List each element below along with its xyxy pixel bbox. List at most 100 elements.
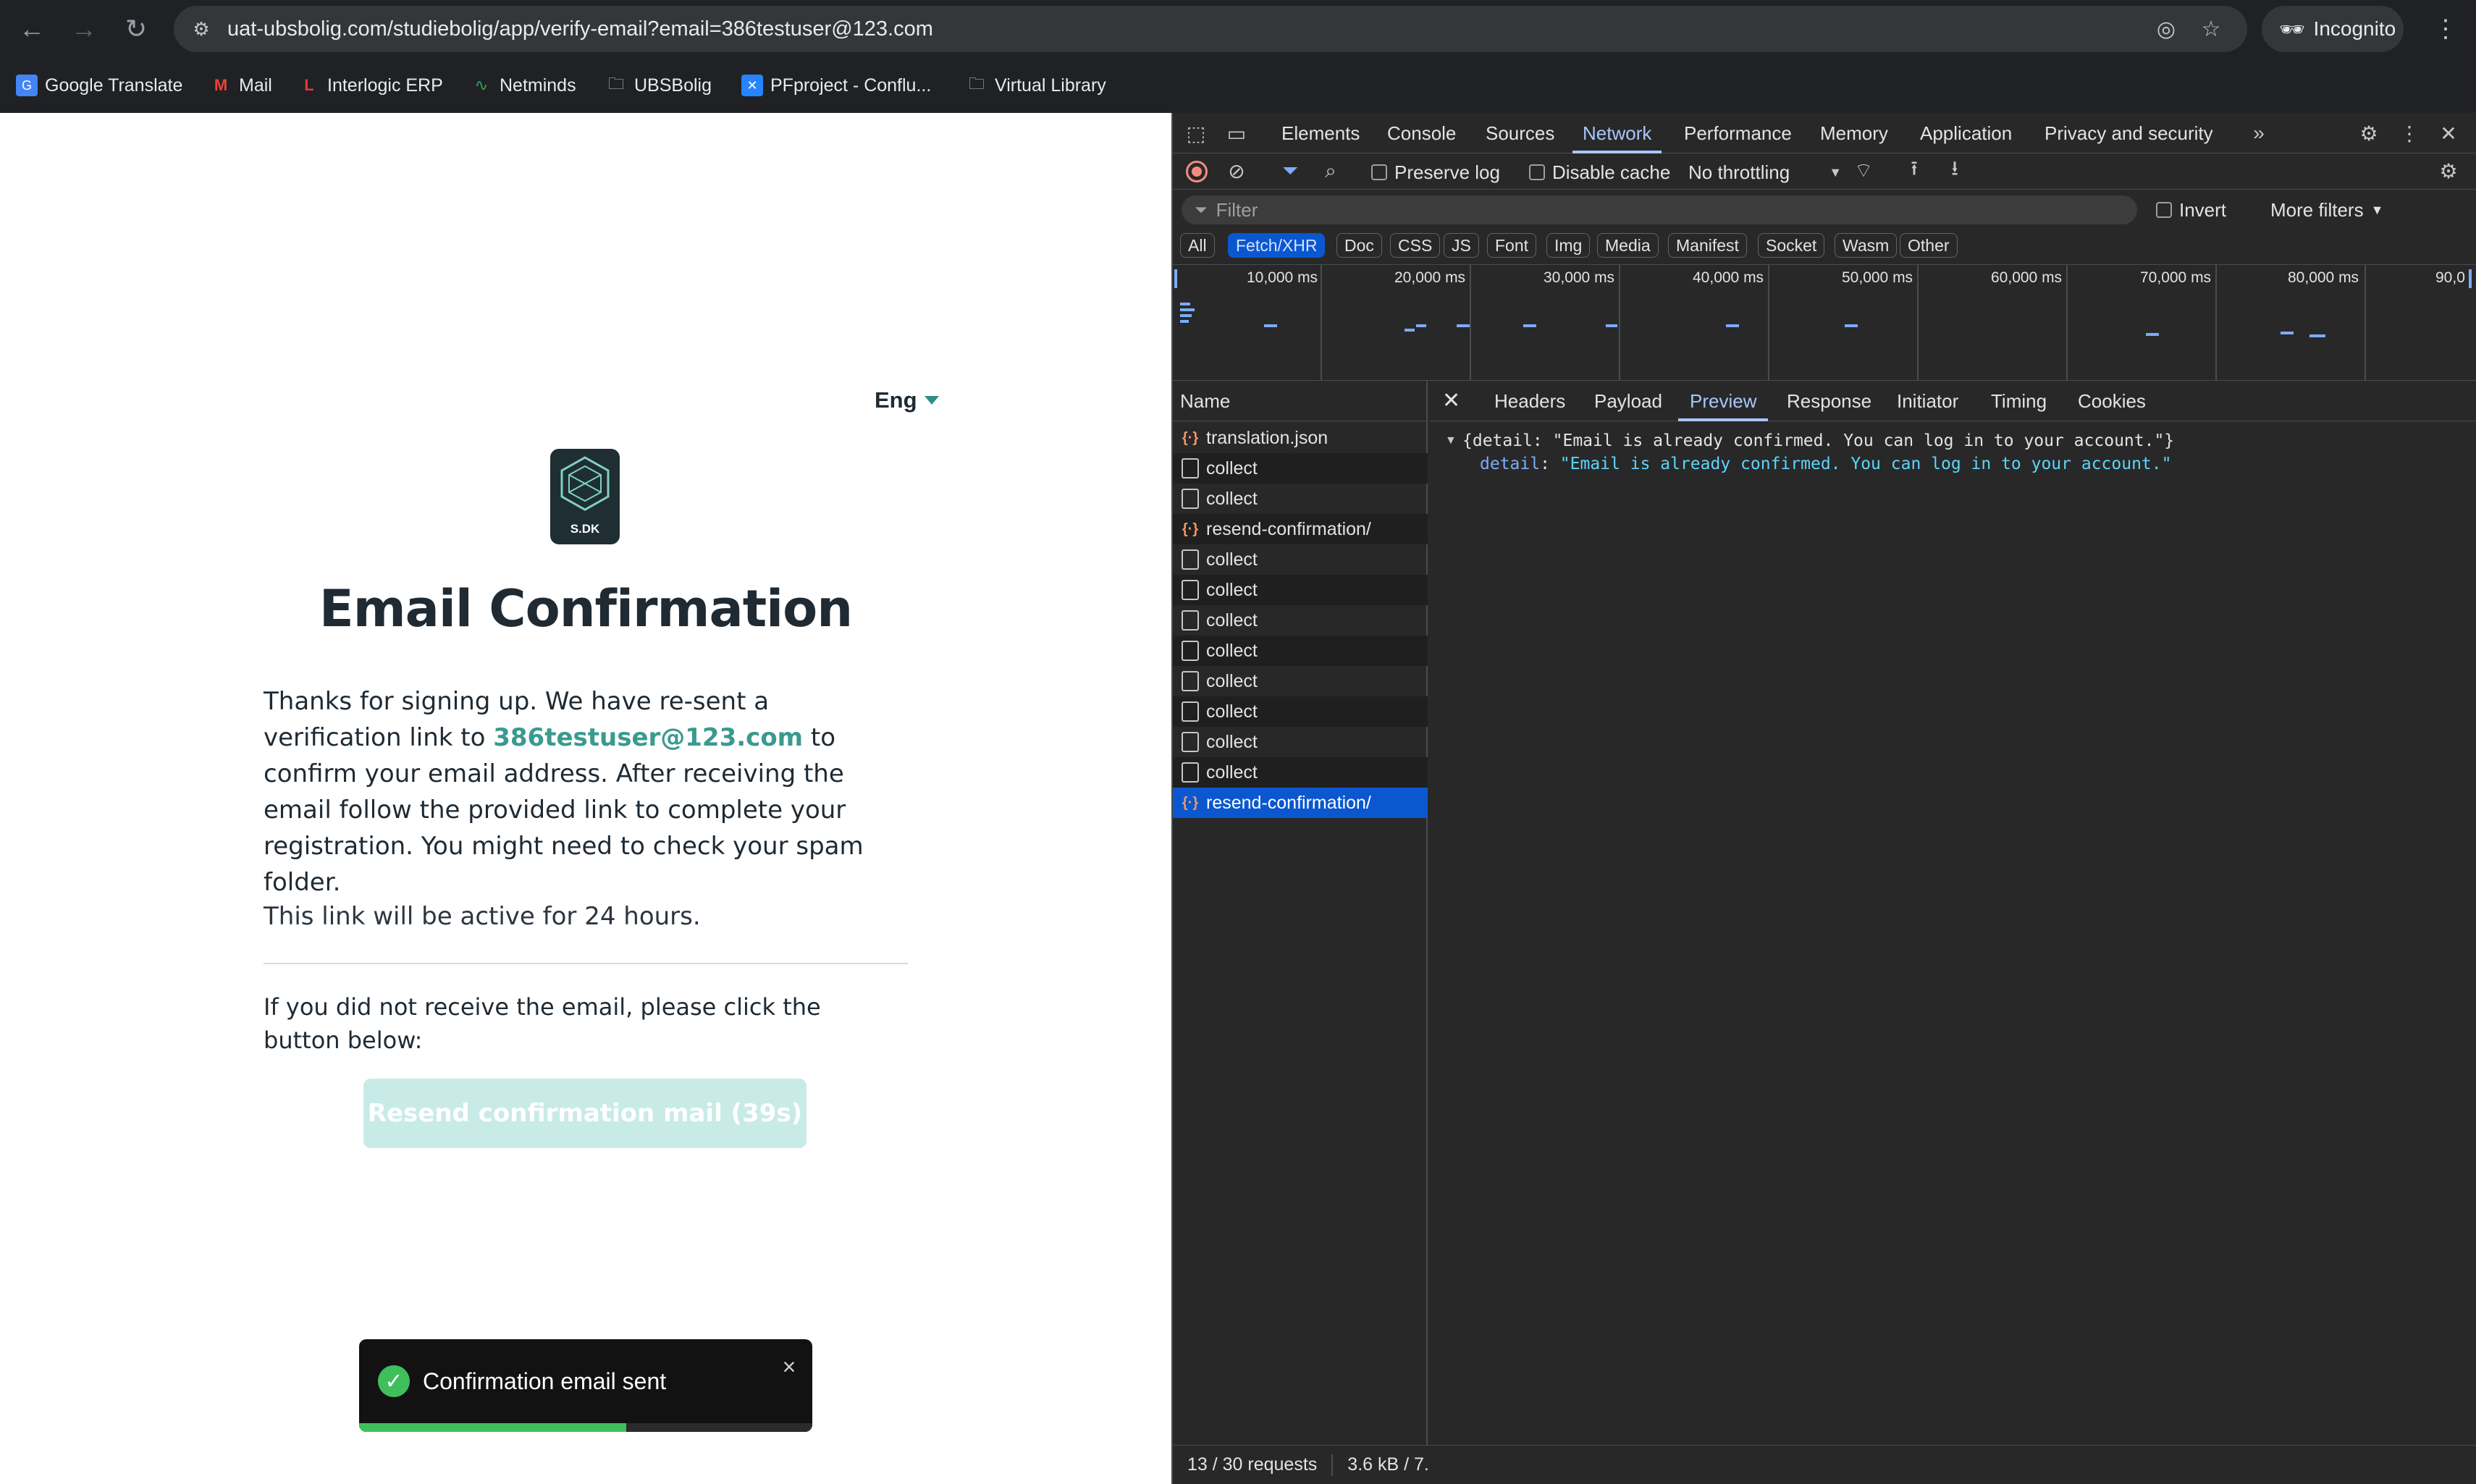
device-toolbar-icon[interactable]: ▭ — [1221, 117, 1252, 149]
tab-application[interactable]: Application — [1920, 113, 2012, 153]
type-filter-img[interactable]: Img — [1546, 233, 1591, 258]
incognito-badge[interactable]: 🕶 Incognito — [2262, 6, 2404, 52]
disable-cache-checkbox[interactable]: Disable cache — [1529, 158, 1670, 187]
resend-confirmation-button[interactable]: Resend confirmation mail (39s) — [363, 1079, 807, 1148]
type-filter-media[interactable]: Media — [1597, 233, 1659, 258]
browser-menu-icon[interactable]: ⋮ — [2431, 10, 2460, 48]
type-filter-css[interactable]: CSS — [1390, 233, 1441, 258]
request-row[interactable]: collect — [1173, 696, 1428, 727]
tab-payload[interactable]: Payload — [1594, 381, 1662, 421]
close-devtools-icon[interactable]: ✕ — [2433, 117, 2464, 149]
checkbox[interactable] — [1371, 164, 1387, 180]
timeline-window-handle[interactable] — [1174, 269, 1177, 288]
bookmark-star-icon[interactable]: ☆ — [2195, 13, 2227, 45]
tab-initiator[interactable]: Initiator — [1897, 381, 1958, 421]
checkbox[interactable] — [2156, 202, 2172, 218]
tab-elements[interactable]: Elements — [1281, 113, 1360, 153]
bookmark-virtual-library[interactable]: 🗀 Virtual Library — [966, 69, 1106, 101]
request-row[interactable]: collect — [1173, 544, 1428, 575]
close-detail-icon[interactable]: ✕ — [1442, 381, 1460, 421]
tab-preview[interactable]: Preview — [1678, 381, 1769, 421]
fetch-xhr-icon: {·} — [1182, 520, 1199, 537]
type-filter-js[interactable]: JS — [1444, 233, 1479, 258]
eye-off-icon[interactable]: ◎ — [2150, 13, 2182, 45]
bookmark-ubsbolig[interactable]: 🗀 UBSBolig — [605, 69, 712, 101]
request-row[interactable]: collect — [1173, 727, 1428, 757]
type-filter-other[interactable]: Other — [1900, 233, 1958, 258]
import-har-icon[interactable]: ⭱ — [1898, 155, 1930, 187]
request-row[interactable]: collect — [1173, 575, 1428, 605]
type-filter-manifest[interactable]: Manifest — [1668, 233, 1747, 258]
settings-gear-icon[interactable]: ⚙ — [2353, 117, 2385, 149]
timeline-window-handle[interactable] — [2469, 269, 2472, 288]
more-filters-dropdown[interactable]: More filters ▼ — [2270, 195, 2383, 224]
chevron-down-icon: ▼ — [2370, 202, 2384, 217]
invert-checkbox[interactable]: Invert — [2156, 195, 2226, 224]
tab-timing[interactable]: Timing — [1991, 381, 2047, 421]
network-settings-icon[interactable]: ⚙ — [2433, 155, 2464, 187]
language-selector[interactable]: Eng — [875, 382, 939, 418]
request-row[interactable]: collect — [1173, 636, 1428, 666]
bookmark-label: UBSBolig — [634, 75, 712, 96]
request-row[interactable]: collect — [1173, 484, 1428, 514]
bookmark-google-translate[interactable]: G Google Translate — [16, 69, 182, 101]
inspect-element-icon[interactable]: ⬚ — [1180, 117, 1212, 149]
bookmark-mail[interactable]: M Mail — [210, 69, 272, 101]
request-row[interactable]: collect — [1173, 757, 1428, 788]
request-row[interactable]: collect — [1173, 453, 1428, 484]
request-row[interactable]: collect — [1173, 605, 1428, 636]
tab-performance[interactable]: Performance — [1684, 113, 1792, 153]
request-row[interactable]: collect — [1173, 666, 1428, 696]
preview-json-summary[interactable]: {detail: "Email is already confirmed. Yo… — [1462, 431, 2174, 450]
bookmark-pfproject[interactable]: ✕ PFproject - Conflu... — [741, 69, 931, 101]
link-expiry-note: This link will be active for 24 hours. — [264, 902, 701, 931]
tab-console[interactable]: Console — [1387, 113, 1456, 153]
tab-memory[interactable]: Memory — [1820, 113, 1888, 153]
google-translate-icon: G — [16, 75, 38, 96]
network-conditions-icon[interactable]: ⌔ — [1848, 155, 1879, 187]
name-column-header[interactable]: Name — [1173, 381, 1428, 421]
url-text[interactable]: uat-ubsbolig.com/studiebolig/app/verify-… — [227, 13, 933, 45]
search-icon[interactable]: ⌕ — [1315, 155, 1347, 187]
throttling-select[interactable]: No throttling ▼ — [1688, 158, 1842, 187]
document-icon — [1182, 489, 1199, 509]
interlogic-icon: L — [304, 76, 314, 94]
request-row[interactable]: {·} resend-confirmation/ — [1173, 788, 1428, 818]
tab-headers[interactable]: Headers — [1494, 381, 1565, 421]
preserve-log-checkbox[interactable]: Preserve log — [1371, 158, 1500, 187]
type-filter-socket[interactable]: Socket — [1758, 233, 1825, 258]
bookmark-netminds[interactable]: ∿ Netminds — [471, 69, 576, 101]
type-filter-fetch-xhr[interactable]: Fetch/XHR — [1228, 233, 1326, 258]
expand-triangle-icon[interactable]: ▼ — [1445, 434, 1457, 447]
request-row[interactable]: {·} resend-confirmation/ — [1173, 514, 1428, 544]
devtools-menu-icon[interactable]: ⋮ — [2393, 117, 2425, 149]
preview-json-property: detail: "Email is already confirmed. You… — [1480, 455, 2171, 473]
bookmark-interlogic[interactable]: L Interlogic ERP — [298, 69, 443, 101]
filter-input[interactable]: ⏷ Filter — [1182, 195, 2137, 224]
tab-privacy-security[interactable]: Privacy and security — [2045, 113, 2213, 153]
export-har-icon[interactable]: ⭳ — [1939, 155, 1971, 187]
tab-network[interactable]: Network — [1572, 113, 1662, 153]
type-filter-font[interactable]: Font — [1487, 233, 1537, 258]
checkbox[interactable] — [1529, 164, 1545, 180]
tab-sources[interactable]: Sources — [1486, 113, 1554, 153]
tab-cookies[interactable]: Cookies — [2078, 381, 2146, 421]
record-stop-icon[interactable] — [1186, 161, 1208, 182]
filter-icon[interactable]: ⏷ — [1274, 155, 1306, 187]
type-filter-wasm[interactable]: Wasm — [1835, 233, 1898, 258]
forward-icon[interactable]: → — [65, 10, 103, 48]
site-settings-icon[interactable]: ⚙ — [187, 14, 216, 43]
document-icon — [1182, 732, 1199, 752]
type-filter-all[interactable]: All — [1180, 233, 1215, 258]
back-icon[interactable]: ← — [13, 10, 51, 48]
tab-response[interactable]: Response — [1787, 381, 1871, 421]
network-overview-timeline[interactable] — [1173, 265, 2476, 381]
document-icon — [1182, 762, 1199, 783]
type-filter-doc[interactable]: Doc — [1336, 233, 1382, 258]
request-row[interactable]: {·} translation.json — [1173, 423, 1428, 453]
close-icon[interactable]: × — [776, 1354, 802, 1380]
transfer-size: 3.6 kB / 7. — [1347, 1454, 1429, 1475]
reload-icon[interactable]: ↻ — [117, 10, 155, 48]
clear-icon[interactable]: ⊘ — [1221, 155, 1252, 187]
more-tabs-icon[interactable]: » — [2243, 117, 2275, 149]
